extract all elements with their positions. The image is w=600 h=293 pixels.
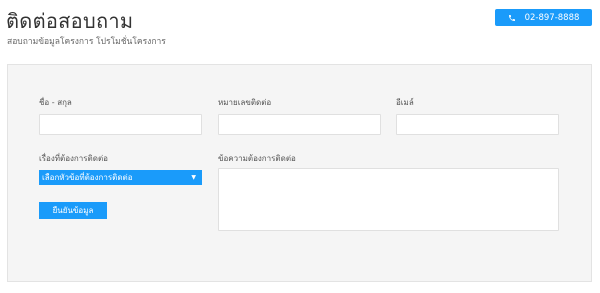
email-input[interactable] — [396, 114, 559, 135]
topic-label: เรื่องที่ต้องการติดต่อ — [39, 154, 108, 163]
phone-number-input[interactable] — [218, 114, 381, 135]
message-label: ข้อความต้องการติดต่อ — [218, 154, 296, 163]
topic-select-value: เลือกหัวข้อที่ต้องการติดต่อ — [42, 173, 133, 182]
phone-icon — [508, 14, 516, 22]
email-label: อีเมล์ — [396, 98, 414, 107]
name-input[interactable] — [39, 114, 202, 135]
caret-down-icon: ▼ — [191, 173, 196, 181]
page-subtitle: สอบถามข้อมูลโครงการ โปรโมชั่นโครงการ — [7, 37, 166, 47]
phone-number-label: หมายเลขติดต่อ — [218, 98, 272, 107]
submit-button[interactable]: ยืนยันข้อมูล — [39, 202, 107, 219]
phone-button[interactable]: 02-897-8888 — [495, 9, 592, 26]
message-textarea[interactable] — [218, 168, 559, 231]
phone-number: 02-897-8888 — [524, 12, 580, 23]
name-label: ชื่อ - สกุล — [39, 98, 72, 107]
page-title: ติดต่อสอบถาม — [6, 9, 134, 33]
topic-select[interactable]: เลือกหัวข้อที่ต้องการติดต่อ ▼ — [39, 170, 202, 185]
